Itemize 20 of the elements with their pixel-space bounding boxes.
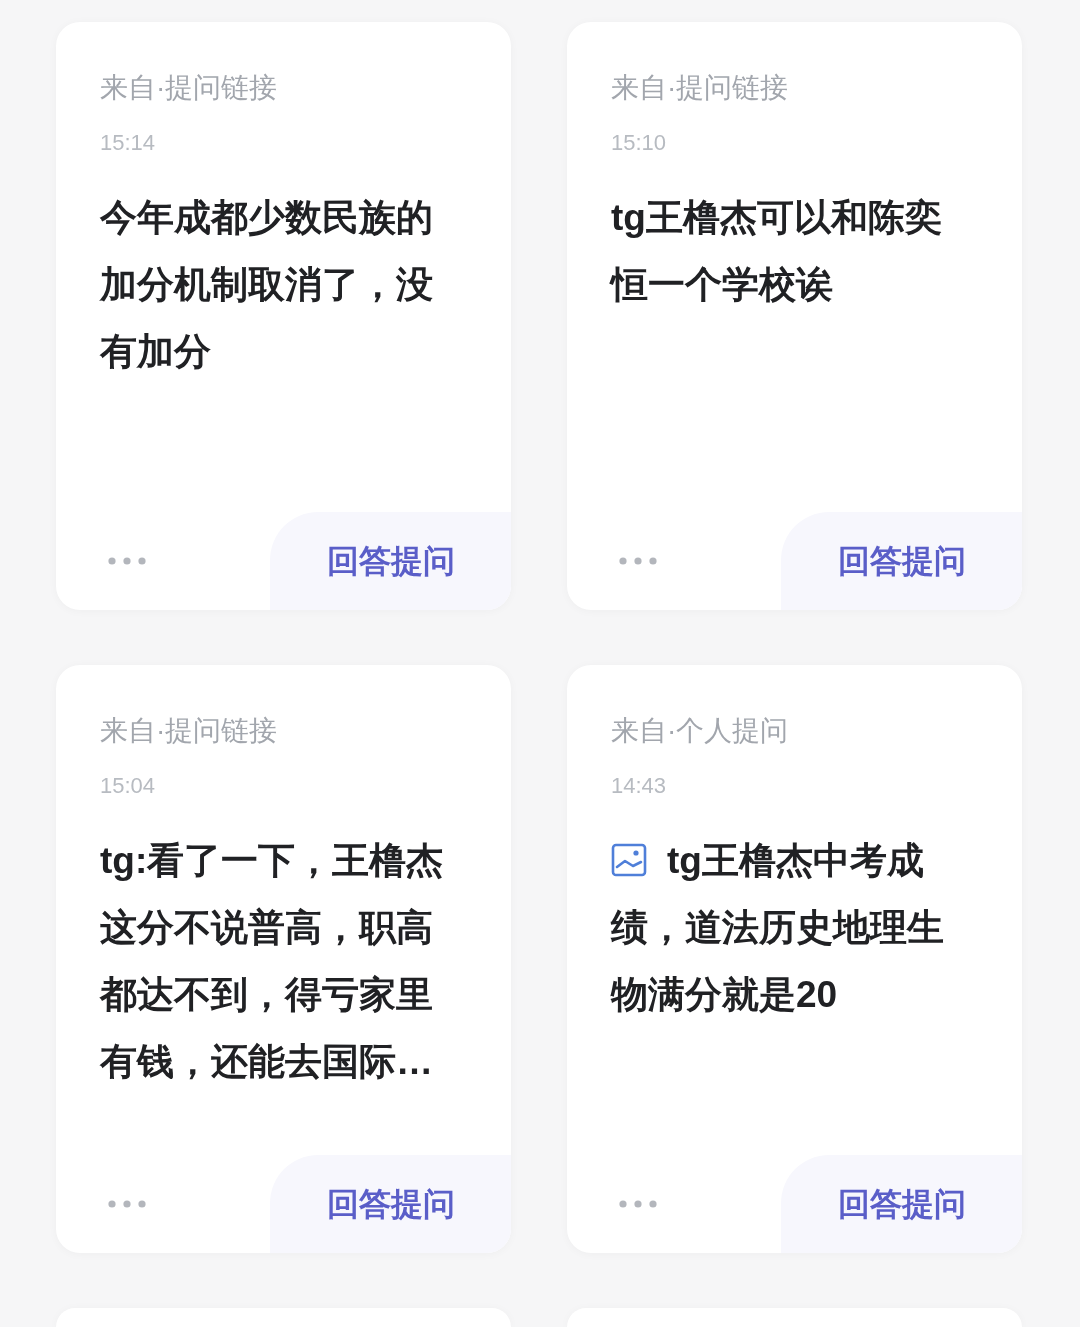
answer-button[interactable]: 回答提问 <box>781 1155 1022 1253</box>
answer-button[interactable]: 回答提问 <box>781 512 1022 610</box>
timestamp: 15:14 <box>100 129 156 157</box>
more-icon[interactable] <box>108 557 146 565</box>
question-text: tg王橹杰中考成绩，道法历史地理生物满分就是20 <box>611 839 945 1017</box>
more-icon[interactable] <box>619 557 657 565</box>
source-label: 来自·个人提问 <box>611 714 789 748</box>
question-text: 今年成都少数民族的加分机制取消了，没有加分 <box>100 196 434 374</box>
source-label: 来自·提问链接 <box>100 714 278 748</box>
timestamp: 15:10 <box>611 129 667 157</box>
timestamp: 14:43 <box>611 772 667 800</box>
more-icon[interactable] <box>619 1200 657 1208</box>
more-icon[interactable] <box>108 1200 146 1208</box>
question-text: tg王橹杰可以和陈奕恒一个学校诶 <box>611 196 943 307</box>
question-text: tg:看了一下，王橹杰这分不说普高，职高都达不到，得亏家里有钱，还能去国际… <box>100 839 445 1084</box>
answer-button[interactable]: 回答提问 <box>270 1155 511 1253</box>
timestamp: 15:04 <box>100 772 156 800</box>
source-label: 来自·提问链接 <box>100 71 278 105</box>
source-label: 来自·提问链接 <box>611 71 789 105</box>
answer-button[interactable]: 回答提问 <box>270 512 511 610</box>
